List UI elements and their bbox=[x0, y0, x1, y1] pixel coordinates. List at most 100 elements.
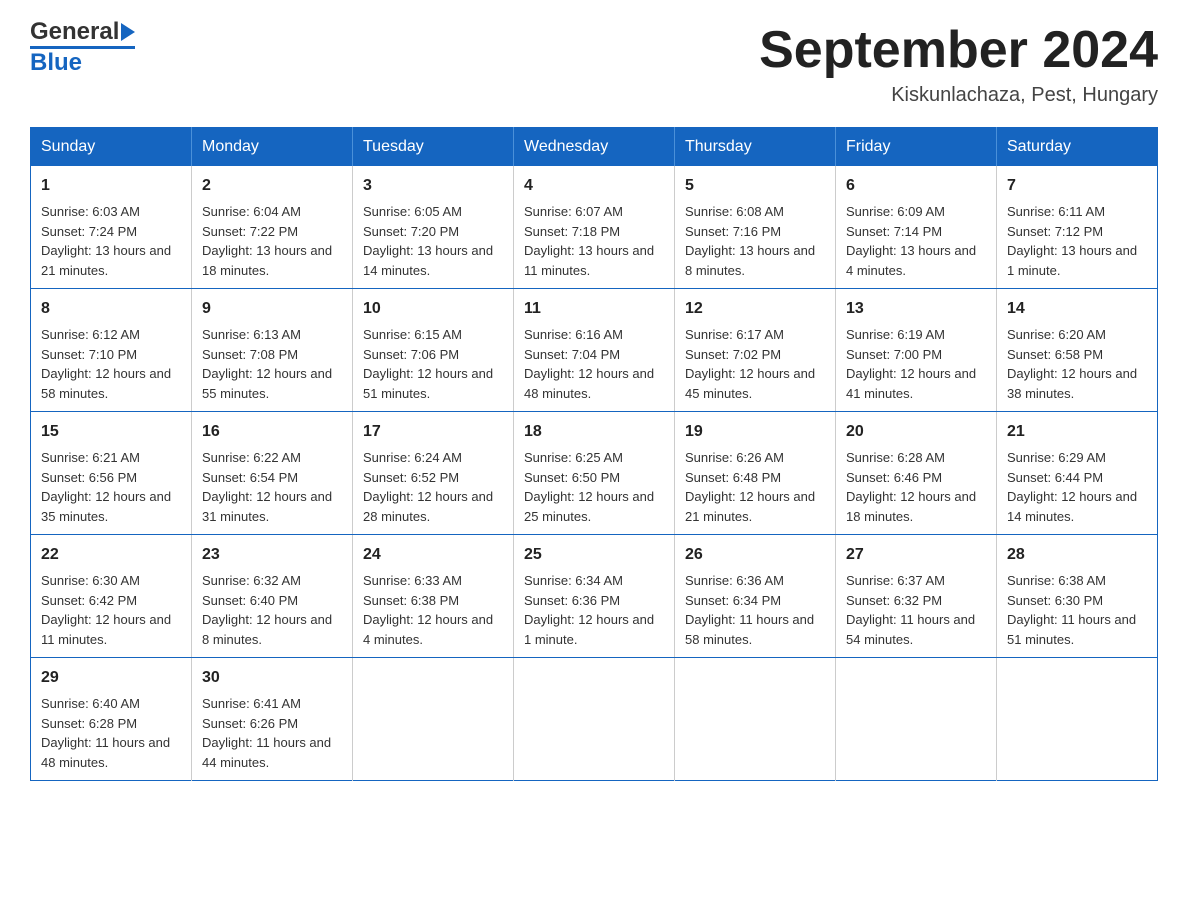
table-row bbox=[836, 658, 997, 781]
logo-blue-text: Blue bbox=[30, 46, 135, 75]
table-row: 13 Sunrise: 6:19 AMSunset: 7:00 PMDayligh… bbox=[836, 289, 997, 412]
day-info: Sunrise: 6:28 AMSunset: 6:46 PMDaylight:… bbox=[846, 448, 986, 526]
col-saturday: Saturday bbox=[997, 128, 1158, 167]
day-info: Sunrise: 6:34 AMSunset: 6:36 PMDaylight:… bbox=[524, 571, 664, 649]
table-row: 16Sunrise: 6:22 AMSunset: 6:54 PMDayligh… bbox=[192, 412, 353, 535]
table-row: 26 Sunrise: 6:36 AMSunset: 6:34 PMDayligh… bbox=[675, 535, 836, 658]
day-info: Sunrise: 6:32 AMSunset: 6:40 PMDaylight:… bbox=[202, 571, 342, 649]
day-number: 4 bbox=[524, 174, 664, 198]
day-number: 8 bbox=[41, 297, 181, 321]
day-info: Sunrise: 6:30 AMSunset: 6:42 PMDaylight:… bbox=[41, 571, 181, 649]
table-row bbox=[675, 658, 836, 781]
table-row: 23 Sunrise: 6:32 AMSunset: 6:40 PMDayligh… bbox=[192, 535, 353, 658]
calendar-week-row: 29 Sunrise: 6:40 AMSunset: 6:28 PMDayligh… bbox=[31, 658, 1158, 781]
day-info: Sunrise: 6:36 AMSunset: 6:34 PMDaylight:… bbox=[685, 571, 825, 649]
day-info: Sunrise: 6:04 AMSunset: 7:22 PMDaylight:… bbox=[202, 202, 342, 280]
day-number: 13 bbox=[846, 297, 986, 321]
table-row: 2 Sunrise: 6:04 AMSunset: 7:22 PMDaylight… bbox=[192, 166, 353, 289]
day-info: Sunrise: 6:16 AMSunset: 7:04 PMDaylight:… bbox=[524, 325, 664, 403]
day-info: Sunrise: 6:08 AMSunset: 7:16 PMDaylight:… bbox=[685, 202, 825, 280]
day-info: Sunrise: 6:41 AMSunset: 6:26 PMDaylight:… bbox=[202, 694, 342, 772]
calendar-week-row: 8Sunrise: 6:12 AMSunset: 7:10 PMDaylight… bbox=[31, 289, 1158, 412]
day-number: 26 bbox=[685, 543, 825, 567]
day-number: 25 bbox=[524, 543, 664, 567]
table-row: 20 Sunrise: 6:28 AMSunset: 6:46 PMDayligh… bbox=[836, 412, 997, 535]
table-row: 5 Sunrise: 6:08 AMSunset: 7:16 PMDaylight… bbox=[675, 166, 836, 289]
day-info: Sunrise: 6:07 AMSunset: 7:18 PMDaylight:… bbox=[524, 202, 664, 280]
table-row: 18Sunrise: 6:25 AMSunset: 6:50 PMDayligh… bbox=[514, 412, 675, 535]
day-info: Sunrise: 6:03 AMSunset: 7:24 PMDaylight:… bbox=[41, 202, 181, 280]
col-wednesday: Wednesday bbox=[514, 128, 675, 167]
col-thursday: Thursday bbox=[675, 128, 836, 167]
day-number: 10 bbox=[363, 297, 503, 321]
logo-row1: General bbox=[30, 20, 135, 44]
logo-general-text: General bbox=[30, 20, 119, 44]
day-info: Sunrise: 6:19 AMSunset: 7:00 PMDaylight:… bbox=[846, 325, 986, 403]
location: Kiskunlachaza, Pest, Hungary bbox=[759, 84, 1158, 107]
day-number: 29 bbox=[41, 666, 181, 690]
table-row: 15 Sunrise: 6:21 AMSunset: 6:56 PMDayligh… bbox=[31, 412, 192, 535]
day-number: 15 bbox=[41, 420, 181, 444]
table-row: 27 Sunrise: 6:37 AMSunset: 6:32 PMDayligh… bbox=[836, 535, 997, 658]
day-info: Sunrise: 6:29 AMSunset: 6:44 PMDaylight:… bbox=[1007, 448, 1147, 526]
day-number: 21 bbox=[1007, 420, 1147, 444]
table-row: 25 Sunrise: 6:34 AMSunset: 6:36 PMDayligh… bbox=[514, 535, 675, 658]
day-info: Sunrise: 6:37 AMSunset: 6:32 PMDaylight:… bbox=[846, 571, 986, 649]
day-info: Sunrise: 6:40 AMSunset: 6:28 PMDaylight:… bbox=[41, 694, 181, 772]
col-tuesday: Tuesday bbox=[353, 128, 514, 167]
day-info: Sunrise: 6:24 AMSunset: 6:52 PMDaylight:… bbox=[363, 448, 503, 526]
day-info: Sunrise: 6:15 AMSunset: 7:06 PMDaylight:… bbox=[363, 325, 503, 403]
table-row: 14Sunrise: 6:20 AMSunset: 6:58 PMDayligh… bbox=[997, 289, 1158, 412]
table-row: 30 Sunrise: 6:41 AMSunset: 6:26 PMDayligh… bbox=[192, 658, 353, 781]
day-number: 14 bbox=[1007, 297, 1147, 321]
col-friday: Friday bbox=[836, 128, 997, 167]
col-monday: Monday bbox=[192, 128, 353, 167]
day-info: Sunrise: 6:17 AMSunset: 7:02 PMDaylight:… bbox=[685, 325, 825, 403]
month-title: September 2024 bbox=[759, 20, 1158, 80]
table-row: 21 Sunrise: 6:29 AMSunset: 6:44 PMDayligh… bbox=[997, 412, 1158, 535]
table-row bbox=[353, 658, 514, 781]
day-number: 5 bbox=[685, 174, 825, 198]
day-number: 9 bbox=[202, 297, 342, 321]
day-number: 22 bbox=[41, 543, 181, 567]
day-number: 27 bbox=[846, 543, 986, 567]
day-number: 11 bbox=[524, 297, 664, 321]
table-row: 19Sunrise: 6:26 AMSunset: 6:48 PMDayligh… bbox=[675, 412, 836, 535]
table-row: 1 Sunrise: 6:03 AMSunset: 7:24 PMDaylight… bbox=[31, 166, 192, 289]
calendar-table: Sunday Monday Tuesday Wednesday Thursday… bbox=[30, 127, 1158, 781]
day-info: Sunrise: 6:11 AMSunset: 7:12 PMDaylight:… bbox=[1007, 202, 1147, 280]
calendar-week-row: 15 Sunrise: 6:21 AMSunset: 6:56 PMDayligh… bbox=[31, 412, 1158, 535]
day-number: 18 bbox=[524, 420, 664, 444]
day-info: Sunrise: 6:33 AMSunset: 6:38 PMDaylight:… bbox=[363, 571, 503, 649]
table-row: 7 Sunrise: 6:11 AMSunset: 7:12 PMDaylight… bbox=[997, 166, 1158, 289]
day-number: 6 bbox=[846, 174, 986, 198]
day-info: Sunrise: 6:38 AMSunset: 6:30 PMDaylight:… bbox=[1007, 571, 1147, 649]
day-info: Sunrise: 6:05 AMSunset: 7:20 PMDaylight:… bbox=[363, 202, 503, 280]
table-row: 9 Sunrise: 6:13 AMSunset: 7:08 PMDaylight… bbox=[192, 289, 353, 412]
table-row: 17 Sunrise: 6:24 AMSunset: 6:52 PMDayligh… bbox=[353, 412, 514, 535]
day-number: 7 bbox=[1007, 174, 1147, 198]
day-number: 28 bbox=[1007, 543, 1147, 567]
table-row bbox=[997, 658, 1158, 781]
calendar-header-row: Sunday Monday Tuesday Wednesday Thursday… bbox=[31, 128, 1158, 167]
table-row: 8Sunrise: 6:12 AMSunset: 7:10 PMDaylight… bbox=[31, 289, 192, 412]
day-info: Sunrise: 6:13 AMSunset: 7:08 PMDaylight:… bbox=[202, 325, 342, 403]
day-number: 12 bbox=[685, 297, 825, 321]
page-header: General Blue September 2024 Kiskunlachaz… bbox=[30, 20, 1158, 107]
day-info: Sunrise: 6:09 AMSunset: 7:14 PMDaylight:… bbox=[846, 202, 986, 280]
day-number: 17 bbox=[363, 420, 503, 444]
table-row: 22 Sunrise: 6:30 AMSunset: 6:42 PMDayligh… bbox=[31, 535, 192, 658]
day-number: 1 bbox=[41, 174, 181, 198]
day-number: 30 bbox=[202, 666, 342, 690]
day-number: 23 bbox=[202, 543, 342, 567]
table-row bbox=[514, 658, 675, 781]
table-row: 12 Sunrise: 6:17 AMSunset: 7:02 PMDayligh… bbox=[675, 289, 836, 412]
logo: General Blue bbox=[30, 20, 135, 75]
day-number: 24 bbox=[363, 543, 503, 567]
logo-arrow-icon bbox=[121, 23, 135, 41]
day-info: Sunrise: 6:21 AMSunset: 6:56 PMDaylight:… bbox=[41, 448, 181, 526]
day-number: 2 bbox=[202, 174, 342, 198]
day-number: 20 bbox=[846, 420, 986, 444]
table-row: 29 Sunrise: 6:40 AMSunset: 6:28 PMDayligh… bbox=[31, 658, 192, 781]
col-sunday: Sunday bbox=[31, 128, 192, 167]
